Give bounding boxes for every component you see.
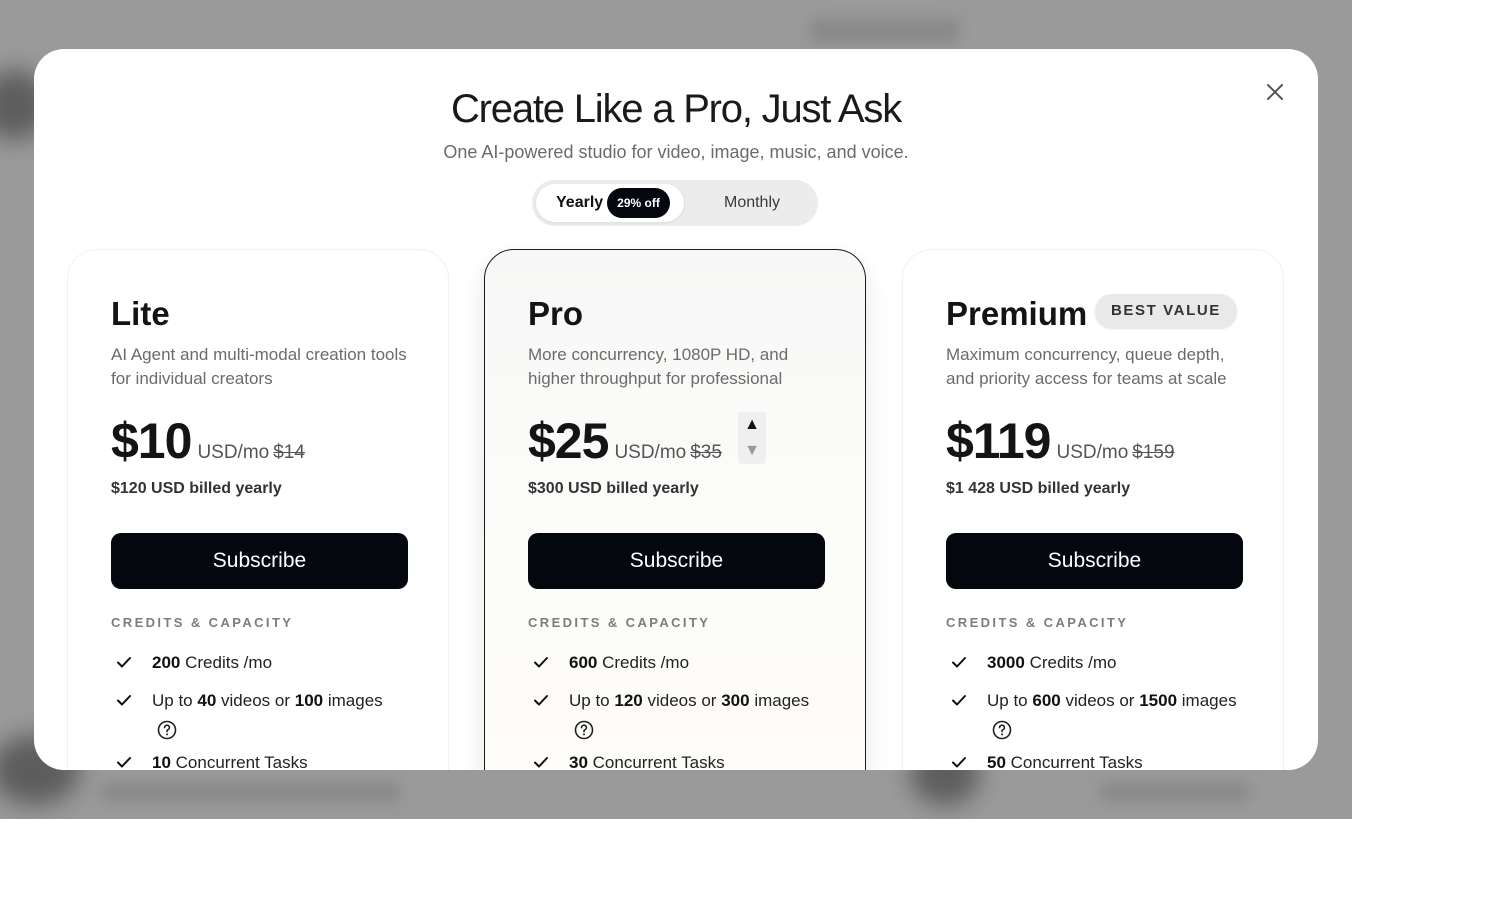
plan-price: $119	[946, 413, 1051, 469]
best-value-badge: BEST VALUE	[1095, 294, 1237, 328]
credits-suffix: Credits /mo	[602, 653, 690, 672]
monthly-option[interactable]: Monthly	[692, 184, 812, 222]
videos-value: 40	[197, 691, 217, 710]
plan-name: Premium	[946, 295, 1088, 332]
tasks-suffix: Concurrent Tasks	[592, 753, 725, 770]
credits-value: 600	[569, 653, 598, 672]
billed-yearly-text: $1 428 USD billed yearly	[946, 480, 1131, 497]
subscribe-button-pro[interactable]: Subscribe	[528, 533, 825, 589]
price-unit: USD/mo	[197, 442, 270, 463]
images-value: 100	[294, 691, 324, 710]
triangle-up-icon[interactable]: ▲	[738, 412, 766, 438]
check-icon	[952, 657, 966, 668]
backdrop-shape	[810, 18, 960, 44]
subscribe-button-premium[interactable]: Subscribe	[946, 533, 1243, 589]
plan-price: $10	[111, 413, 192, 469]
section-label: CREDITS & CAPACITY	[111, 615, 294, 630]
question-circle-icon[interactable]	[574, 720, 594, 740]
price-unit: USD/mo	[614, 442, 687, 463]
media-middle: videos or	[1065, 691, 1135, 710]
original-price: $159	[1132, 442, 1175, 463]
question-circle-icon[interactable]	[992, 720, 1012, 740]
plan-name: Lite	[111, 295, 170, 332]
yearly-label: Yearly	[556, 194, 604, 211]
triangle-down-icon[interactable]: ▼	[738, 438, 766, 464]
videos-value: 600	[1032, 691, 1061, 710]
check-icon	[117, 695, 131, 706]
billing-period-toggle: Yearly 29% off Monthly	[532, 180, 818, 226]
credits-value: 3000	[987, 653, 1025, 672]
original-price: $14	[273, 442, 305, 463]
check-icon	[534, 695, 548, 706]
tasks-value: 30	[569, 753, 588, 770]
subscribe-button-lite[interactable]: Subscribe	[111, 533, 408, 589]
plan-description: AI Agent and multi-modal creation tools …	[111, 345, 407, 388]
media-suffix: images	[754, 691, 810, 710]
credits-suffix: Credits /mo	[185, 653, 273, 672]
question-circle-icon[interactable]	[157, 720, 177, 740]
plan-price: $25	[528, 413, 609, 469]
check-icon	[534, 757, 548, 768]
plan-card-lite: Lite AI Agent and multi-modal creation t…	[67, 249, 449, 770]
plan-name: Pro	[528, 295, 584, 332]
price-row: $10 USD/mo $14	[111, 412, 305, 470]
tasks-value: 50	[987, 753, 1006, 770]
media-suffix: images	[1181, 691, 1237, 710]
original-price: $35	[690, 442, 722, 463]
plan-card-pro: Pro More concurrency, 1080P HD, and high…	[484, 249, 866, 770]
check-icon	[952, 695, 966, 706]
price-stepper[interactable]: ▲ ▼	[738, 412, 766, 464]
check-icon	[117, 757, 131, 768]
check-icon	[534, 657, 548, 668]
media-suffix: images	[327, 691, 383, 710]
tasks-suffix: Concurrent Tasks	[175, 753, 308, 770]
videos-value: 120	[614, 691, 643, 710]
discount-badge: 29% off	[607, 188, 670, 218]
billed-yearly-text: $300 USD billed yearly	[528, 480, 699, 497]
billed-yearly-text: $120 USD billed yearly	[111, 480, 282, 497]
price-row: $119 USD/mo $159	[946, 412, 1175, 470]
media-middle: videos or	[647, 691, 717, 710]
section-label: CREDITS & CAPACITY	[528, 615, 711, 630]
check-icon	[117, 657, 131, 668]
images-value: 300	[721, 691, 750, 710]
credits-suffix: Credits /mo	[1029, 653, 1117, 672]
check-icon	[952, 757, 966, 768]
pricing-modal: Create Like a Pro, Just Ask One AI-power…	[34, 49, 1318, 770]
media-prefix: Up to	[987, 691, 1028, 710]
plan-description: More concurrency, 1080P HD, and higher t…	[528, 345, 789, 388]
credits-value: 200	[152, 653, 181, 672]
modal-subtitle: One AI-powered studio for video, image, …	[443, 142, 909, 162]
modal-title: Create Like a Pro, Just Ask	[450, 87, 902, 131]
backdrop-shape	[100, 782, 400, 802]
backdrop-shape	[1100, 782, 1250, 802]
media-prefix: Up to	[569, 691, 610, 710]
yearly-option[interactable]: Yearly 29% off	[536, 184, 684, 222]
media-prefix: Up to	[152, 691, 193, 710]
tasks-value: 10	[152, 753, 171, 770]
tasks-suffix: Concurrent Tasks	[1010, 753, 1143, 770]
images-value: 1500	[1139, 691, 1178, 710]
section-label: CREDITS & CAPACITY	[946, 615, 1129, 630]
plan-description: Maximum concurrency, queue depth, and pr…	[946, 345, 1227, 388]
price-row: $25 USD/mo $35	[528, 412, 722, 470]
media-middle: videos or	[221, 691, 291, 710]
plan-card-premium: Premium BEST VALUE Maximum concurrency, …	[902, 249, 1284, 770]
price-unit: USD/mo	[1056, 442, 1129, 463]
